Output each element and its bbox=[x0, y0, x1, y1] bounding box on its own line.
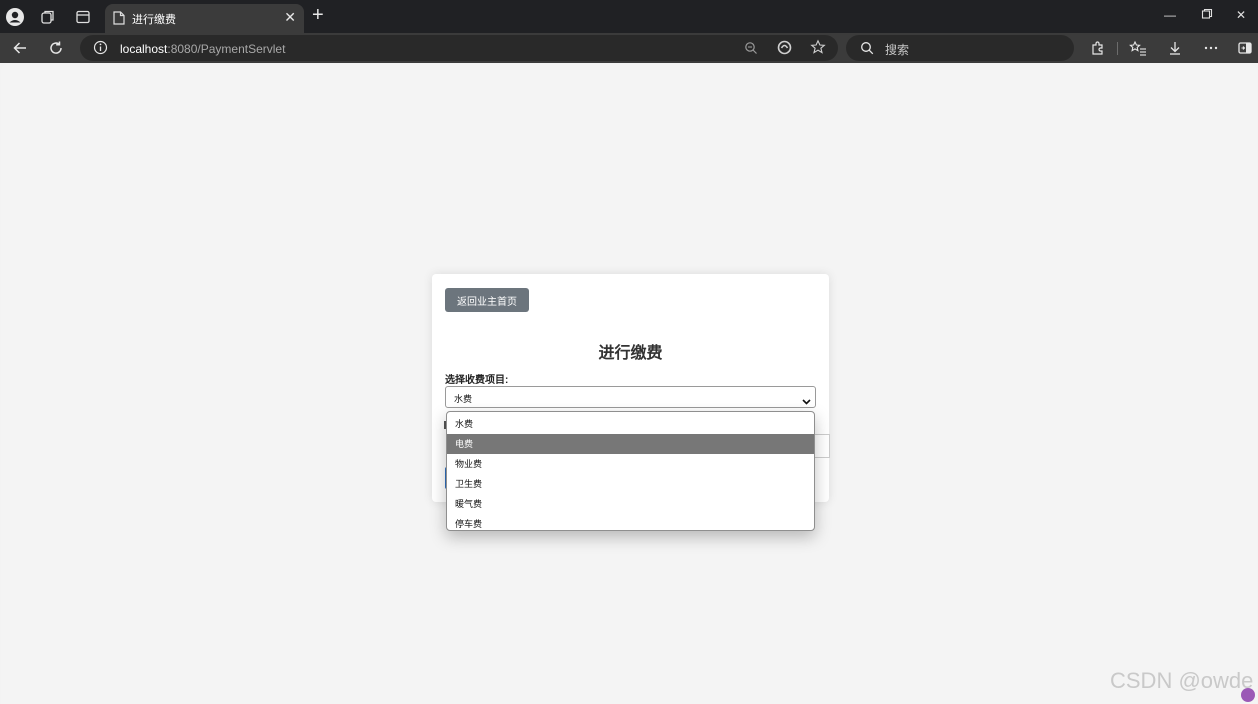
select-value: 水费 bbox=[454, 394, 473, 404]
toolbar-separator bbox=[1117, 42, 1118, 55]
collections-icon[interactable] bbox=[38, 7, 58, 27]
chevron-down-icon bbox=[802, 393, 811, 411]
info-icon[interactable] bbox=[93, 40, 108, 60]
url-host: localhost bbox=[120, 42, 168, 56]
new-tab-icon[interactable]: + bbox=[312, 5, 324, 25]
option-item[interactable]: 水费 bbox=[447, 414, 814, 434]
watermark: CSDN @owde bbox=[1110, 668, 1254, 693]
address-bar[interactable]: localhost:8080/PaymentServlet bbox=[80, 35, 838, 61]
tab-actions-icon[interactable] bbox=[73, 7, 93, 27]
zoom-icon[interactable] bbox=[744, 41, 758, 60]
refresh-icon[interactable] bbox=[46, 38, 66, 58]
read-aloud-icon[interactable] bbox=[777, 40, 792, 60]
search-placeholder: 搜索 bbox=[885, 43, 910, 57]
charge-item-label: 选择收费项目: bbox=[445, 375, 509, 386]
browser-tab-bar: 进行缴费 ✕ + — ✕ bbox=[0, 0, 1258, 33]
more-icon[interactable] bbox=[1201, 38, 1221, 58]
amount-input[interactable] bbox=[813, 434, 830, 458]
profile-icon[interactable] bbox=[5, 7, 25, 27]
tab-title: 进行缴费 bbox=[132, 14, 176, 26]
back-icon[interactable] bbox=[10, 38, 30, 58]
search-icon bbox=[860, 41, 874, 60]
back-to-home-button[interactable]: 返回业主首页 bbox=[445, 288, 529, 312]
search-box[interactable]: 搜索 bbox=[846, 35, 1074, 61]
active-tab[interactable]: 进行缴费 ✕ bbox=[105, 4, 304, 33]
favorites-icon[interactable] bbox=[1128, 38, 1148, 58]
url-text[interactable]: localhost:8080/PaymentServlet bbox=[120, 42, 285, 56]
sidebar-icon[interactable] bbox=[1235, 38, 1255, 58]
page-icon bbox=[113, 11, 125, 30]
option-item[interactable]: 卫生费 bbox=[447, 474, 814, 494]
option-item[interactable]: 物业费 bbox=[447, 454, 814, 474]
charge-item-dropdown: 水费 电费 物业费 卫生费 暖气费 停车费 bbox=[446, 411, 815, 531]
browser-toolbar: localhost:8080/PaymentServlet 搜索 bbox=[0, 33, 1258, 63]
option-item[interactable]: 暖气费 bbox=[447, 494, 814, 514]
url-path: :8080/PaymentServlet bbox=[167, 42, 286, 56]
close-icon[interactable]: ✕ bbox=[284, 10, 296, 24]
window-close-icon[interactable]: ✕ bbox=[1236, 8, 1246, 22]
favorite-icon[interactable] bbox=[810, 39, 826, 60]
page-title: 进行缴费 bbox=[598, 345, 663, 362]
option-item[interactable]: 停车费 bbox=[447, 514, 814, 530]
option-item-highlighted[interactable]: 电费 bbox=[447, 434, 814, 454]
restore-icon[interactable] bbox=[1201, 8, 1213, 23]
charge-item-select[interactable]: 水费 bbox=[445, 386, 816, 408]
corner-badge-icon bbox=[1241, 688, 1255, 702]
extensions-icon[interactable] bbox=[1088, 38, 1108, 58]
downloads-icon[interactable] bbox=[1165, 38, 1185, 58]
minimize-icon[interactable]: — bbox=[1164, 8, 1176, 22]
